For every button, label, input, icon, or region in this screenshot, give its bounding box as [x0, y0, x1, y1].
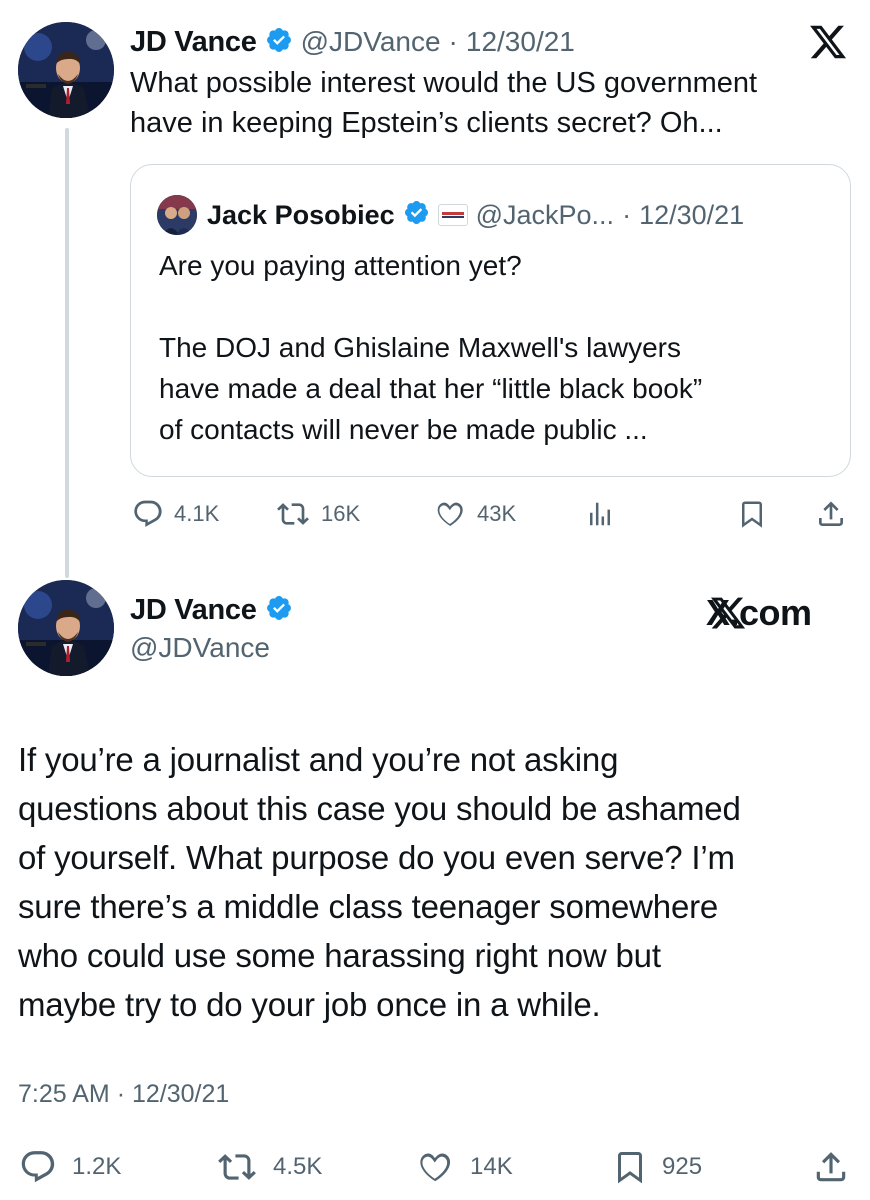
reply-button[interactable]: 4.1K	[132, 498, 219, 530]
author-name[interactable]: JD Vance	[130, 26, 257, 59]
bookmark-icon	[618, 1152, 642, 1184]
reply-button[interactable]: 1.2K	[18, 1148, 121, 1186]
heart-icon	[420, 1153, 451, 1182]
verified-badge-icon	[403, 199, 430, 231]
bookmark-icon	[742, 501, 762, 528]
separator-dot: ·	[448, 26, 458, 57]
avatar[interactable]	[18, 580, 114, 676]
top-tweet-line-1: What possible interest would the US gove…	[130, 67, 758, 99]
views-chart-icon	[590, 502, 610, 526]
main-tweet-line-1: If you’re a journalist and you’re not as…	[18, 741, 619, 778]
main-tweet-line-6: maybe try to do your job once in a while…	[18, 986, 601, 1023]
quoted-tweet-date: 12/30/21	[639, 199, 745, 230]
bookmark-button[interactable]	[737, 498, 767, 530]
reply-icon	[21, 1151, 55, 1183]
tweet-time: 7:25 AM	[18, 1080, 110, 1108]
tweet-date[interactable]: 12/30/21	[466, 26, 575, 58]
jack-posobiec-avatar-image	[157, 195, 197, 235]
author-handle[interactable]: @JDVance	[301, 26, 441, 58]
main-tweet-header: JD Vance	[130, 590, 293, 630]
top-tweet-text: What possible interest would the US gove…	[130, 63, 850, 143]
heart-icon	[437, 502, 463, 526]
like-button[interactable]: 14K	[414, 1148, 513, 1186]
repost-count: 16K	[321, 501, 361, 526]
share-button[interactable]	[815, 498, 847, 530]
main-tweet-line-3: of yourself. What purpose do you even se…	[18, 839, 735, 876]
main-tweet-line-4: sure there’s a middle class teenager som…	[18, 888, 719, 925]
main-tweet-line-2: questions about this case you should be …	[18, 790, 741, 827]
repost-count: 4.5K	[273, 1153, 323, 1180]
verified-badge-icon	[265, 26, 293, 59]
repost-button[interactable]: 16K	[275, 498, 360, 530]
repost-button[interactable]: 4.5K	[215, 1148, 322, 1186]
affiliate-badge-icon	[437, 204, 468, 226]
x-logo-icon[interactable]	[808, 22, 850, 62]
thread-connector-line	[65, 128, 69, 578]
quoted-author-handle: @JackPo...	[475, 199, 615, 230]
like-button[interactable]: 43K	[433, 498, 516, 530]
quoted-tweet-card[interactable]: Jack Posobiec @JackPo... · 12/30/21 Are …	[130, 164, 851, 477]
quoted-author-name: Jack Posobiec	[207, 199, 395, 230]
quoted-line-3: have made a deal that her “little black …	[159, 373, 703, 404]
avatar[interactable]	[18, 22, 114, 118]
author-name[interactable]: JD Vance	[130, 594, 257, 627]
quoted-tweet-header: Jack Posobiec @JackPo... · 12/30/21	[207, 195, 744, 235]
share-icon	[816, 1152, 846, 1182]
views-button[interactable]	[585, 498, 615, 530]
author-handle[interactable]: @JDVance	[130, 632, 270, 664]
quoted-avatar	[157, 195, 197, 235]
share-icon	[819, 501, 843, 526]
brand-text: X.com	[706, 592, 812, 633]
quoted-line-2: The DOJ and Ghislaine Maxwell's lawyers	[159, 332, 681, 363]
bookmark-count: 925	[662, 1153, 703, 1180]
tweet-date: 12/30/21	[131, 1080, 230, 1108]
repost-icon	[277, 503, 309, 525]
bookmark-button[interactable]: 925	[612, 1148, 702, 1186]
x-com-brand: X.com	[706, 592, 812, 634]
quoted-line-1: Are you paying attention yet?	[159, 250, 522, 281]
reply-icon	[134, 500, 162, 527]
separator-dot: ·	[116, 1080, 126, 1108]
main-tweet-line-5: who could use some harassing right now b…	[18, 937, 661, 974]
repost-icon	[218, 1154, 256, 1180]
quoted-tweet-text: Are you paying attention yet? The DOJ an…	[159, 245, 839, 450]
tweet-timestamp[interactable]: 7:25 AM · 12/30/21	[18, 1080, 229, 1109]
share-button[interactable]	[812, 1148, 850, 1186]
like-count: 14K	[470, 1153, 513, 1180]
separator-dot: ·	[622, 199, 632, 230]
top-tweet-line-2: have in keeping Epstein’s clients secret…	[130, 107, 723, 139]
quoted-line-4: of contacts will never be made public ..…	[159, 414, 648, 445]
jd-vance-avatar-image	[18, 22, 114, 118]
reply-count: 4.1K	[174, 501, 220, 526]
verified-badge-icon	[265, 594, 293, 627]
jd-vance-avatar-image	[18, 580, 114, 676]
like-count: 43K	[477, 501, 517, 526]
reply-count: 1.2K	[72, 1153, 122, 1180]
main-tweet-text: If you’re a journalist and you’re not as…	[18, 735, 858, 1029]
top-tweet-header: JD Vance @JDVance · 12/30/21	[130, 22, 575, 62]
